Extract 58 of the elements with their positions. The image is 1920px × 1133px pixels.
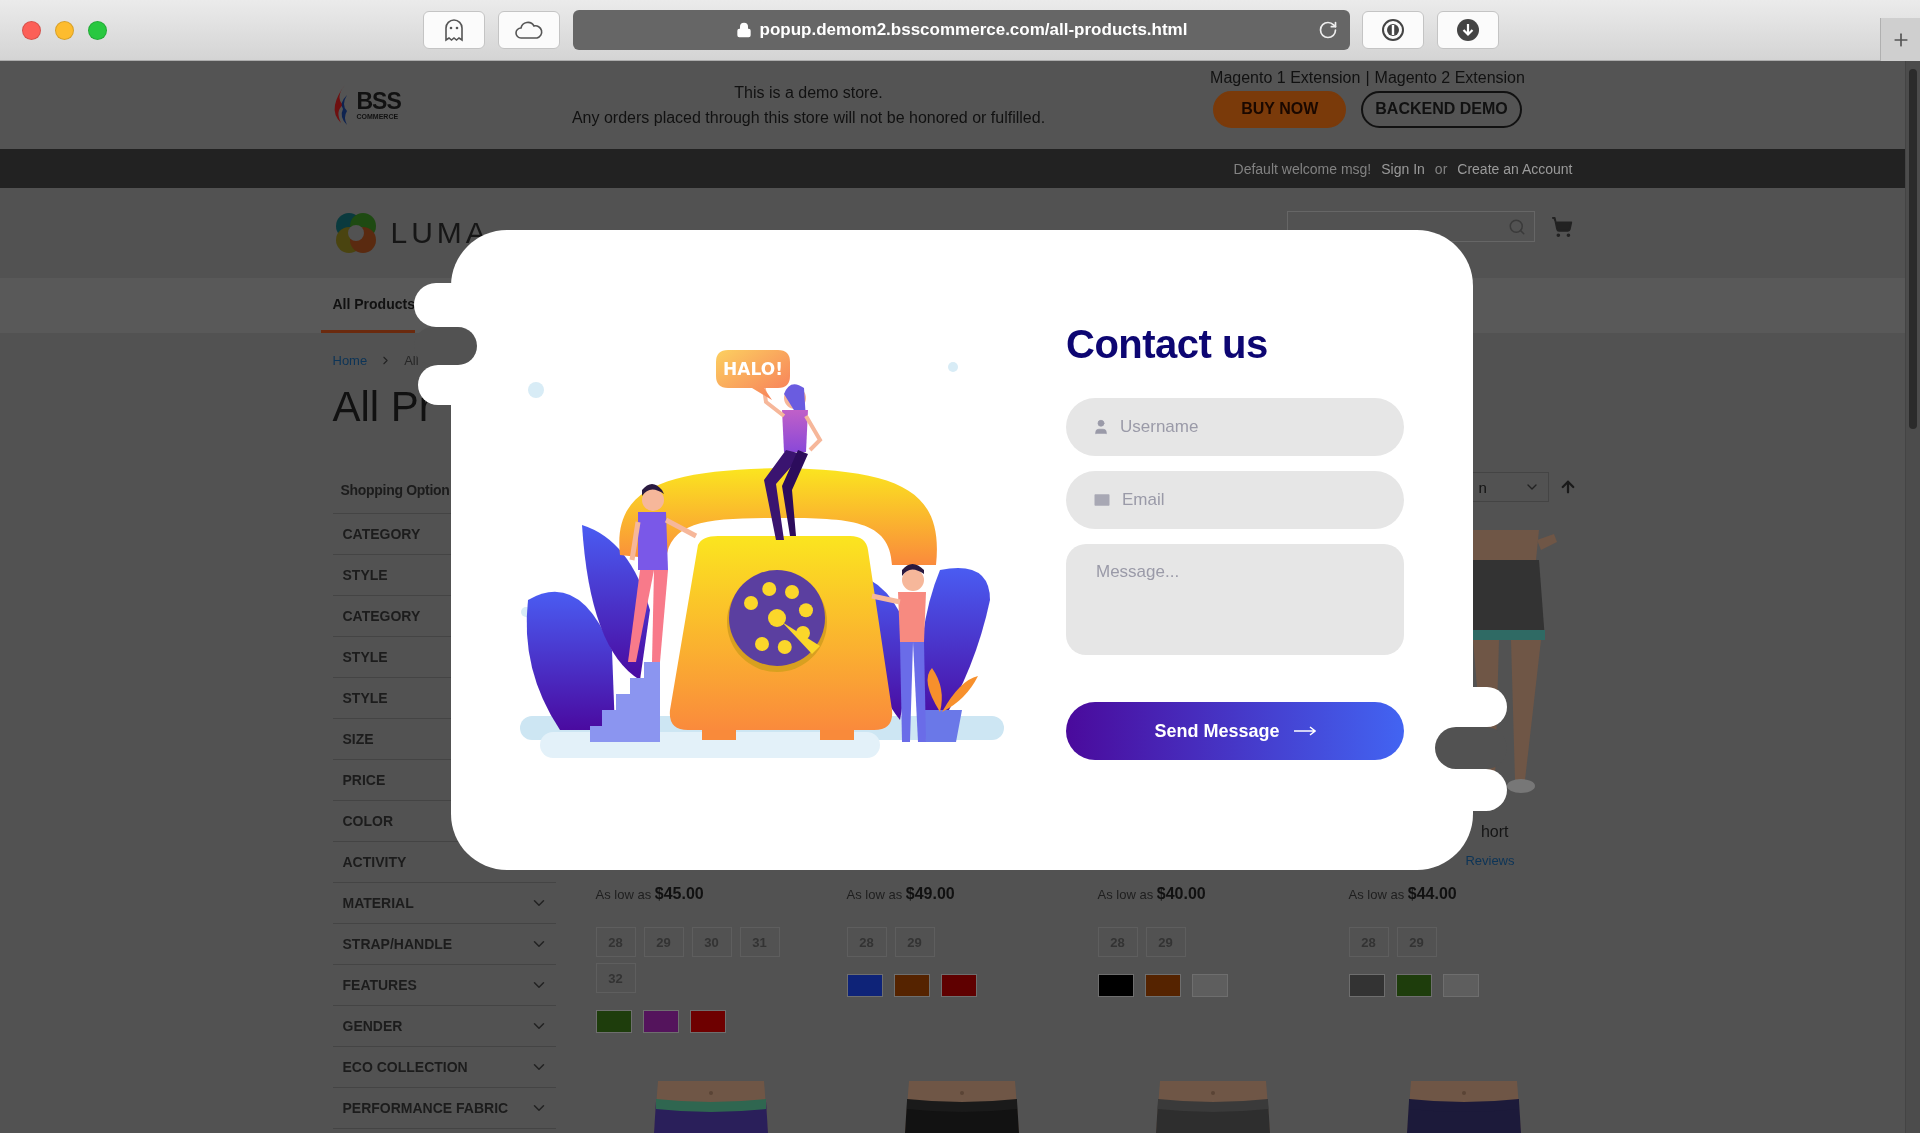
product-name[interactable]: hort [1480, 822, 1509, 842]
window-close-button[interactable] [22, 20, 41, 40]
send-message-button[interactable]: Send Message [1066, 702, 1404, 760]
header-text: or [1434, 160, 1448, 177]
username-field[interactable]: Username [1066, 398, 1404, 456]
color-swatch[interactable] [1191, 974, 1228, 997]
demo-notice-text: This is a demo store. [733, 83, 884, 104]
header-text: Default welcome msg! [1233, 160, 1372, 177]
logo-text: BSS [356, 90, 401, 114]
keyhole-icon [1381, 18, 1405, 42]
message-input[interactable]: Message... [1096, 562, 1374, 637]
link-separator: | [1365, 68, 1370, 87]
message-field[interactable]: Message... [1066, 544, 1404, 655]
cloud-button[interactable] [498, 11, 560, 49]
email-field[interactable]: Email [1066, 471, 1404, 529]
extension-link[interactable]: Magento 2 Extension [1374, 68, 1525, 87]
color-swatch[interactable] [689, 1010, 726, 1033]
breadcrumb-link[interactable]: Home [332, 352, 368, 368]
search-icon [1507, 217, 1526, 236]
password-manager-button[interactable] [1362, 11, 1424, 49]
lock-icon [735, 22, 752, 38]
color-swatch[interactable] [846, 974, 883, 997]
user-icon [1092, 418, 1110, 436]
speech-bubble-icon [716, 350, 790, 400]
speech-bubble-text: HALO! [723, 359, 783, 379]
backend-demo-button[interactable]: BACKEND DEMO [1361, 90, 1522, 128]
color-swatch[interactable] [1097, 974, 1134, 997]
color-swatch[interactable] [1348, 974, 1385, 997]
arrow-right-icon [1293, 726, 1316, 736]
username-input[interactable]: Username [1120, 415, 1378, 439]
download-button[interactable] [1437, 11, 1499, 49]
store-logo-text: LUMA [390, 215, 490, 250]
color-swatch[interactable] [642, 1010, 679, 1033]
color-swatch[interactable] [1395, 974, 1432, 997]
scrollbar[interactable] [1905, 61, 1920, 1133]
account-link[interactable]: Create an Account [1457, 160, 1573, 177]
window-zoom-button[interactable] [88, 20, 107, 40]
cloud-icon [514, 20, 544, 40]
email-input[interactable]: Email [1122, 488, 1378, 512]
demo-notice-text: Any orders placed through this store will not be honored or fulfilled. [570, 108, 1047, 129]
color-swatch[interactable] [595, 1010, 632, 1033]
reload-icon[interactable] [1318, 20, 1338, 40]
color-swatch[interactable] [1144, 974, 1181, 997]
download-icon [1456, 18, 1480, 42]
modal-title: Contact us [1066, 321, 1269, 368]
buy-now-button[interactable]: BUY NOW [1213, 90, 1347, 128]
new-tab-button[interactable] [1880, 18, 1920, 61]
cart-icon[interactable] [1550, 215, 1573, 238]
account-link[interactable]: Sign In [1381, 160, 1425, 177]
address-bar[interactable]: popup.demom2.bsscommerce.com/all-products.html [573, 10, 1350, 50]
scrollbar-thumb[interactable] [1909, 69, 1917, 429]
color-swatch[interactable] [940, 974, 977, 997]
color-swatch[interactable] [893, 974, 930, 997]
ghost-icon [443, 18, 465, 42]
color-swatch[interactable] [1442, 974, 1479, 997]
window-minimize-button[interactable] [55, 20, 74, 40]
ghost-button[interactable] [423, 11, 485, 49]
extension-link[interactable]: Magento 1 Extension [1210, 68, 1361, 87]
